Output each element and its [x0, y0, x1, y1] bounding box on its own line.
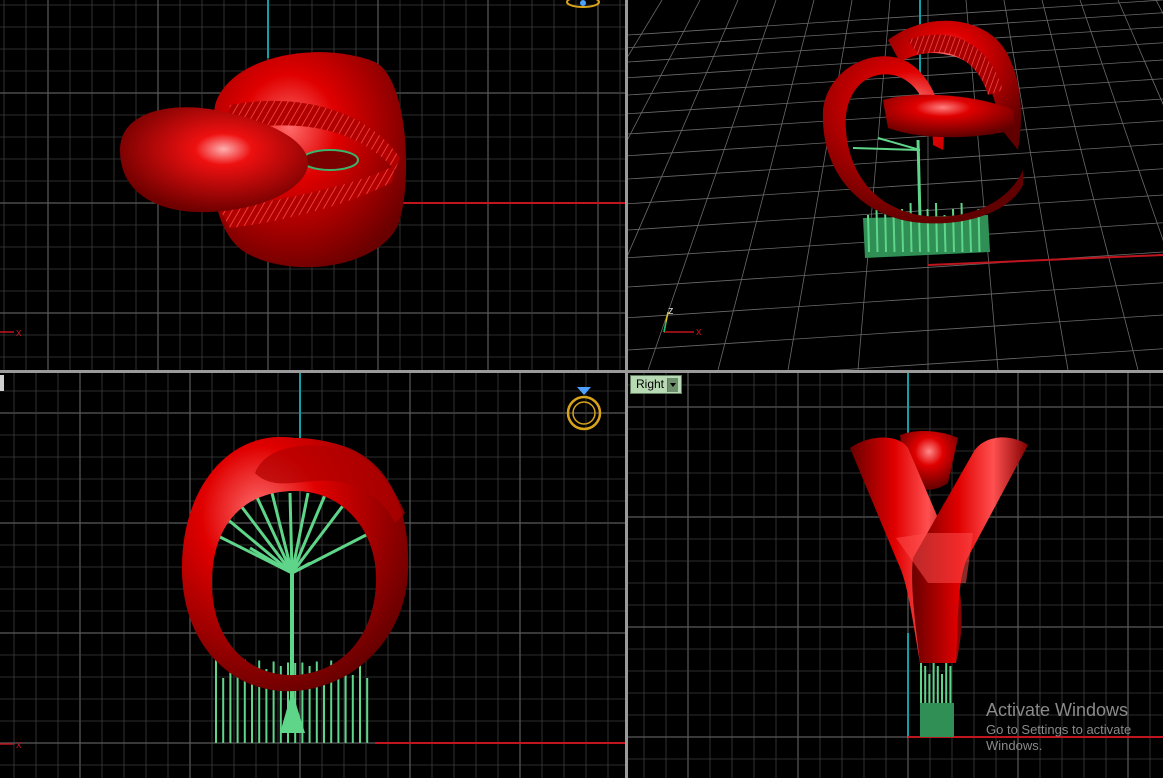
- ring-icon[interactable]: [566, 0, 600, 8]
- viewport-corner-handle[interactable]: [0, 375, 4, 391]
- viewport-perspective-canvas[interactable]: z x: [628, 0, 1163, 370]
- viewport-divider-horizontal[interactable]: [0, 370, 1163, 373]
- axis-z-label: z: [668, 305, 674, 317]
- support-structure: [211, 492, 371, 743]
- viewport-perspective[interactable]: z x: [628, 0, 1163, 370]
- support-structure: [920, 658, 954, 737]
- ring-model[interactable]: [120, 52, 407, 268]
- ring-model[interactable]: [822, 20, 1023, 224]
- axis-x-label: x: [16, 327, 22, 339]
- viewport-label-text: Right: [636, 377, 665, 391]
- viewport-top[interactable]: x: [0, 0, 625, 370]
- axis-indicator: x: [0, 739, 22, 751]
- ring-icon[interactable]: [566, 387, 602, 431]
- axis-indicator: x: [0, 327, 22, 339]
- watermark-subtitle: Go to Settings to activate Windows.: [986, 722, 1132, 753]
- perspective-grid: [628, 0, 1163, 370]
- x-axis-line: [927, 254, 1163, 266]
- viewport-divider-vertical[interactable]: [625, 0, 628, 778]
- grid: [0, 373, 625, 778]
- watermark-title: Activate Windows: [986, 700, 1129, 720]
- viewport-label-dropdown[interactable]: Right: [630, 375, 683, 394]
- chevron-down-icon[interactable]: [667, 377, 679, 392]
- axis-x-label: x: [696, 326, 702, 338]
- viewport-front[interactable]: x: [0, 373, 625, 778]
- viewport-front-canvas[interactable]: x: [0, 373, 625, 778]
- ring-model[interactable]: [850, 431, 1028, 663]
- viewport-top-canvas[interactable]: x: [0, 0, 625, 370]
- axis-indicator: z x: [663, 305, 702, 338]
- axis-x-label: x: [16, 739, 22, 751]
- windows-activation-watermark: Activate Windows Go to Settings to activ…: [986, 700, 1163, 754]
